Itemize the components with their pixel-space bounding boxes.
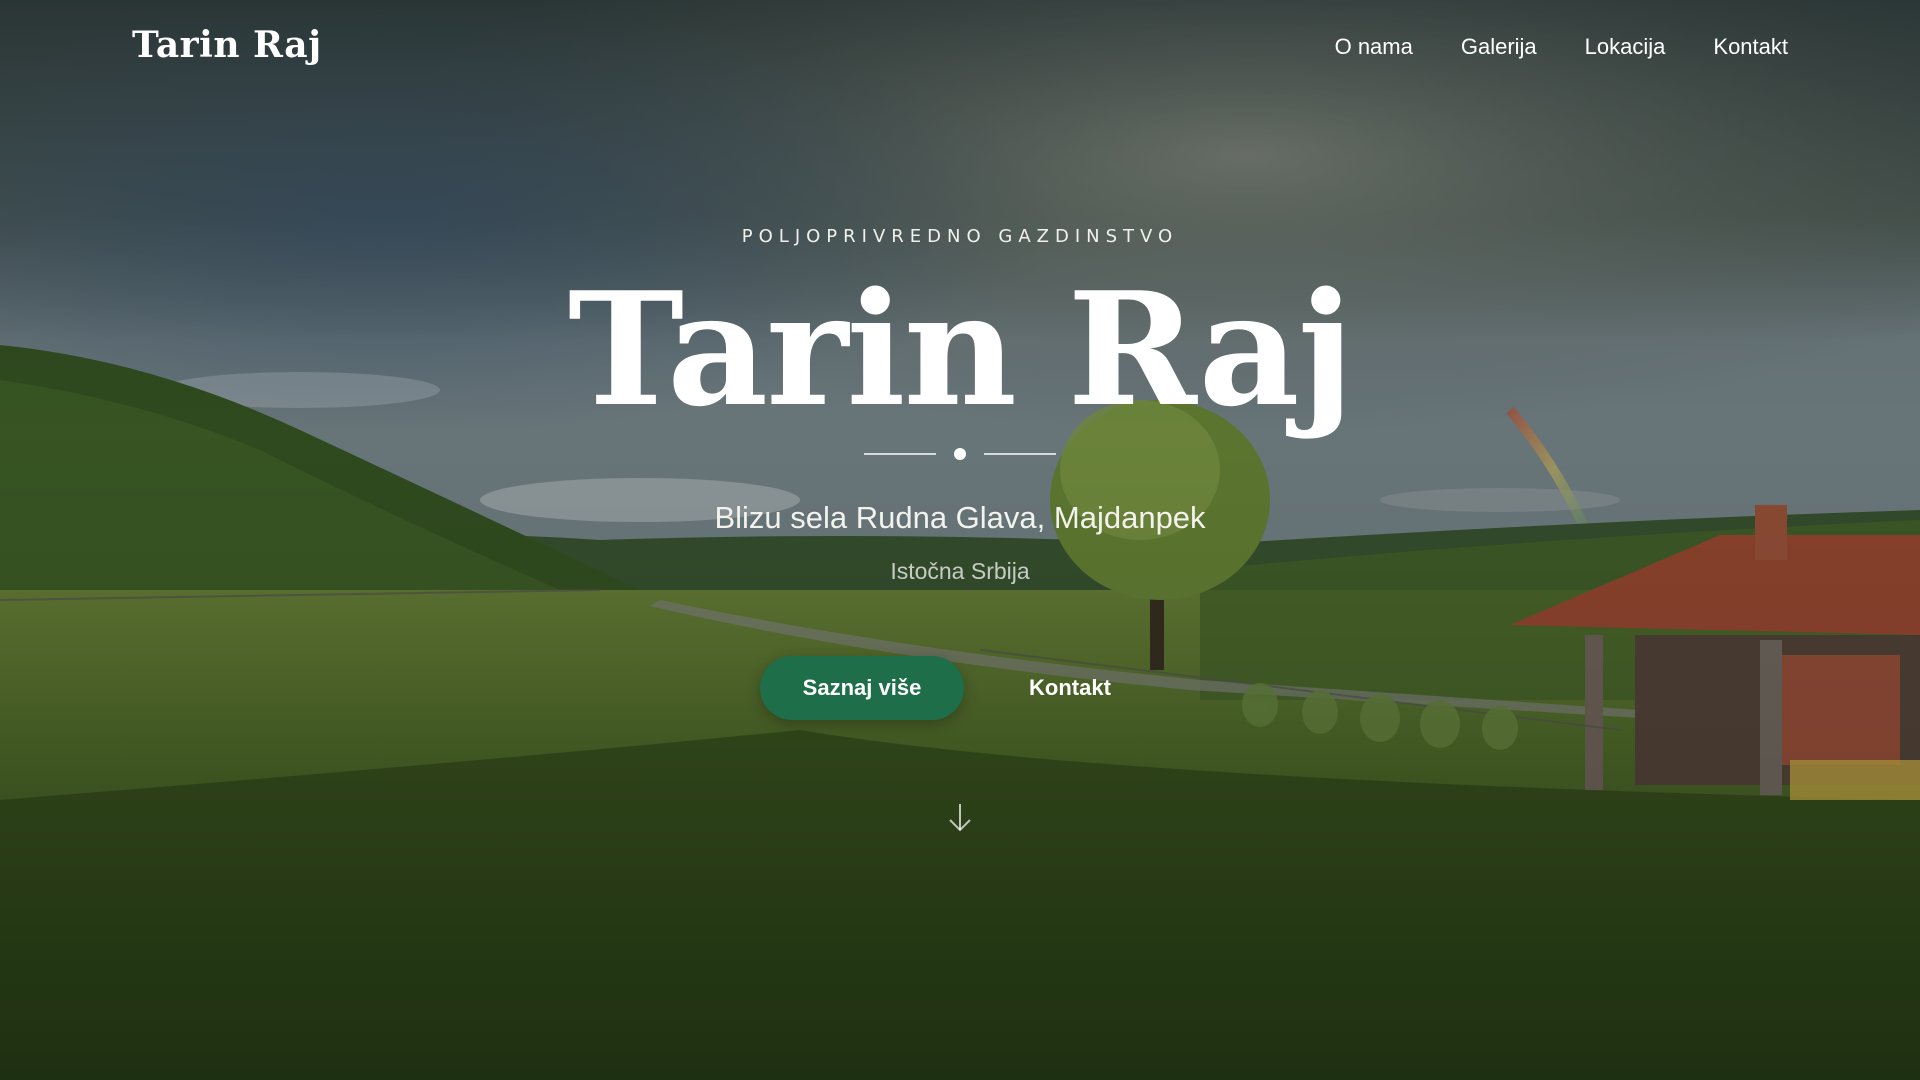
divider-line-right	[984, 453, 1056, 455]
hero-eyebrow: POLJOPRIVREDNO GAZDINSTVO	[741, 226, 1179, 247]
divider-dot	[954, 448, 966, 460]
arrow-down-icon[interactable]	[946, 802, 974, 834]
hero-actions: Saznaj više Kontakt	[0, 656, 1920, 720]
divider-line-left	[864, 453, 936, 455]
hero-title: Tarin Raj	[567, 258, 1354, 441]
hero-location: Blizu sela Rudna Glava, Majdanpek	[714, 500, 1206, 535]
learn-more-button[interactable]: Saznaj više	[760, 656, 964, 720]
contact-button[interactable]: Kontakt	[980, 656, 1160, 720]
hero-section: POLJOPRIVREDNO GAZDINSTVO Tarin Raj Bliz…	[0, 0, 1920, 1080]
hero-region: Istočna Srbija	[890, 558, 1030, 584]
title-divider	[864, 444, 1056, 464]
